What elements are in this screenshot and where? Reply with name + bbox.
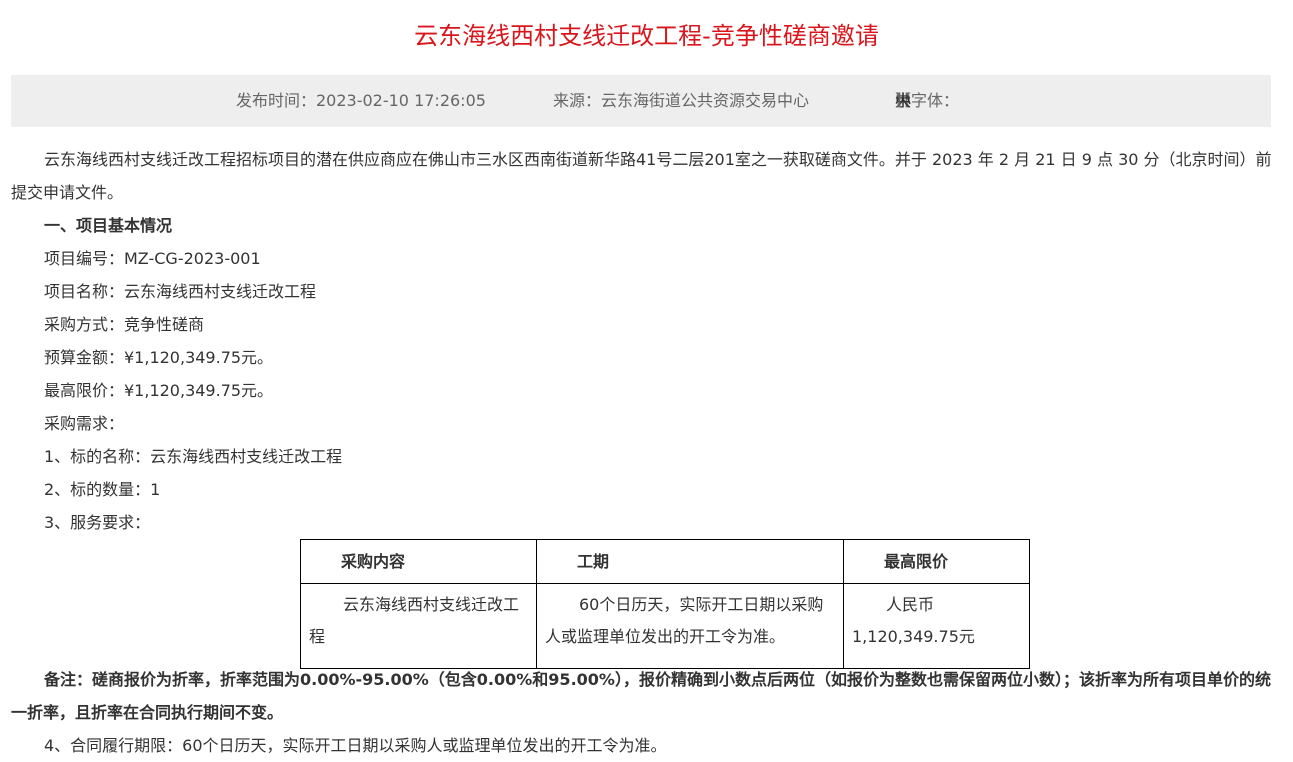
- budget-amount: 预算金额：¥1,120,349.75元。: [44, 348, 274, 367]
- remark-paragraph: 备注：磋商报价为折率，折率范围为0.00%-95.00%（包含0.00%和95.…: [11, 670, 1271, 722]
- requirements-table: 采购内容 工期 最高限价 云东海线西村支线迁改工程 60个日历天，实际开工日期以…: [300, 539, 1030, 669]
- table-cell: 60个日历天，实际开工日期以采购人或监理单位发出的开工令为准。: [536, 583, 844, 669]
- table-header: 采购内容: [300, 539, 537, 584]
- item-1: 1、标的名称：云东海线西村支线迁改工程: [44, 447, 343, 466]
- source: 来源：云东海街道公共资源交易中心: [553, 91, 810, 110]
- purchase-method: 采购方式：竞争性磋商: [44, 315, 205, 334]
- item-3: 3、服务要求：: [44, 513, 151, 532]
- table-cell: 云东海线西村支线迁改工程: [300, 583, 537, 669]
- meta-bar: 发布时间：2023-02-10 17:26:05 来源：云东海街道公共资源交易中…: [11, 75, 1271, 127]
- item-4: 4、合同履行期限：60个日历天，实际开工日期以采购人或监理单位发出的开工令为准。: [44, 736, 667, 755]
- publish-time: 发布时间：2023-02-10 17:26:05: [236, 91, 486, 110]
- project-number: 项目编号：MZ-CG-2023-001: [44, 249, 261, 268]
- table-cell: 人民币1,120,349.75元: [843, 583, 1030, 669]
- font-close: 】: [895, 91, 912, 110]
- table-row: 云东海线西村支线迁改工程 60个日历天，实际开工日期以采购人或监理单位发出的开工…: [300, 583, 1030, 669]
- requirements-label: 采购需求：: [44, 414, 125, 433]
- max-price: 最高限价：¥1,120,349.75元。: [44, 381, 274, 400]
- table-header: 工期: [536, 539, 844, 584]
- table-header-row: 采购内容 工期 最高限价: [300, 539, 1030, 584]
- notes-section: 备注：磋商报价为折率，折率范围为0.00%-95.00%（包含0.00%和95.…: [11, 663, 1273, 762]
- project-name: 项目名称：云东海线西村支线迁改工程: [44, 282, 317, 301]
- article-body: 云东海线西村支线迁改工程招标项目的潜在供应商应在佛山市三水区西南街道新华路41号…: [11, 143, 1273, 539]
- section1-heading: 一、项目基本情况: [44, 216, 173, 235]
- item-2: 2、标的数量：1: [44, 480, 161, 499]
- page-title: 云东海线西村支线迁改工程-竞争性磋商邀请: [414, 22, 879, 50]
- intro-paragraph: 云东海线西村支线迁改工程招标项目的潜在供应商应在佛山市三水区西南街道新华路41号…: [11, 150, 1272, 202]
- table-header: 最高限价: [843, 539, 1030, 584]
